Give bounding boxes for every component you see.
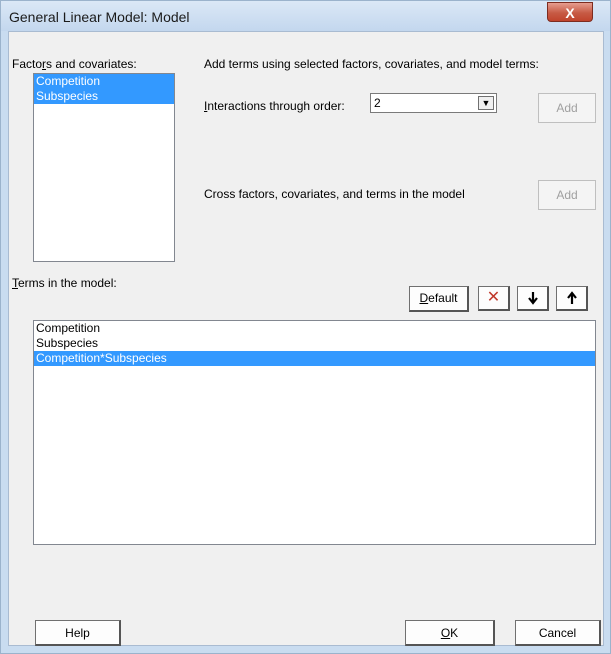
close-icon: X	[565, 5, 575, 21]
close-button[interactable]: X	[547, 2, 593, 22]
factor-item-subspecies[interactable]: Subspecies	[34, 89, 174, 104]
move-up-button[interactable]	[556, 286, 588, 311]
term-item-interaction[interactable]: Competition*Subspecies	[34, 351, 595, 366]
add-interactions-button[interactable]: Add	[538, 93, 596, 123]
factors-label: Factors and covariates:	[12, 57, 137, 71]
terms-label: Terms in the model:	[12, 276, 117, 290]
help-button[interactable]: Help	[35, 620, 121, 646]
move-down-button[interactable]	[517, 286, 549, 311]
interactions-label: Interactions through order:	[204, 99, 345, 113]
arrow-up-icon	[566, 289, 578, 305]
chevron-down-icon[interactable]: ▼	[478, 96, 494, 110]
cancel-button[interactable]: Cancel	[515, 620, 601, 646]
ok-button[interactable]: OK	[405, 620, 495, 646]
default-button[interactable]: Default	[409, 286, 469, 312]
term-item-subspecies[interactable]: Subspecies	[34, 336, 595, 351]
window-title: General Linear Model: Model	[9, 9, 190, 25]
interaction-order-value: 2	[374, 96, 381, 110]
add-cross-button[interactable]: Add	[538, 180, 596, 210]
term-item-competition[interactable]: Competition	[34, 321, 595, 336]
delete-term-button[interactable]: ✕	[478, 286, 510, 311]
interaction-order-select[interactable]: 2 ▼	[370, 93, 497, 113]
delete-icon: ✕	[486, 289, 501, 306]
arrow-down-icon	[527, 289, 539, 306]
dialog-window: General Linear Model: Model X Factors an…	[0, 0, 611, 654]
title-bar: General Linear Model: Model X	[1, 1, 610, 31]
factors-listbox[interactable]: Competition Subspecies	[33, 73, 175, 262]
add-terms-instruction: Add terms using selected factors, covari…	[204, 57, 539, 71]
factor-item-competition[interactable]: Competition	[34, 74, 174, 89]
dialog-client-area: Factors and covariates: Competition Subs…	[8, 31, 604, 646]
cross-terms-label: Cross factors, covariates, and terms in …	[204, 187, 465, 201]
terms-listbox[interactable]: Competition Subspecies Competition*Subsp…	[33, 320, 596, 545]
